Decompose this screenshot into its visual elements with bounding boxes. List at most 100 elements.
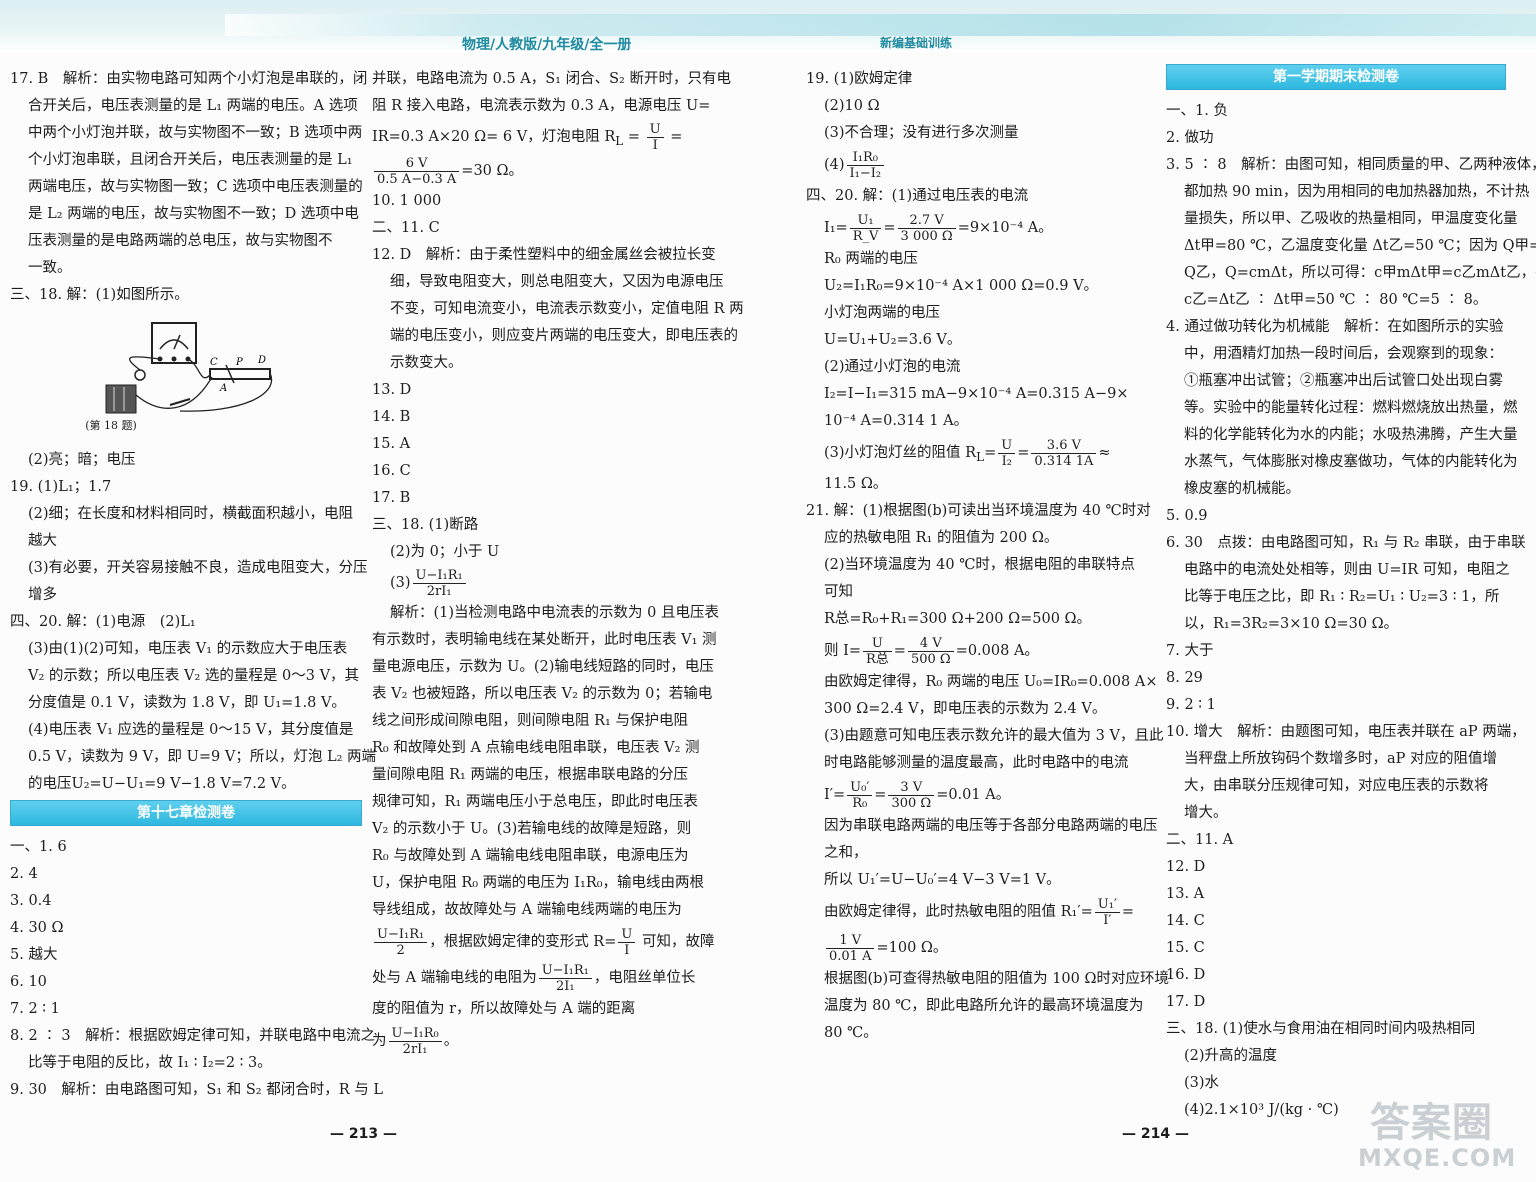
text-line: R₀ 两端的电压 [824, 251, 918, 267]
text-line: 等。实验中的能量转化过程：燃料燃烧放出热量，燃 [1184, 400, 1518, 416]
text-line: ①瓶塞冲出试管；②瓶塞冲出后试管口处出现白雾 [1184, 373, 1503, 389]
text-line: 17. B [372, 490, 411, 506]
text-line: 17. B 解析：由实物电路可知两个小灯泡是串联的，闭 [10, 71, 368, 87]
text-line: 之和， [824, 845, 868, 861]
text-line: (2)细；在长度和材料相同时，横截面积越小，电阻 [28, 506, 354, 522]
text-line: 10⁻⁴ A=0.314 1 A。 [824, 413, 969, 429]
text-line: (2)通过小灯泡的电流 [824, 359, 961, 375]
text-line: 端的电压变小，则应变片两端的电压变大，即电压表的 [390, 328, 738, 344]
fraction: U₀′ R₀ [847, 780, 873, 811]
circuit-figure: C P D A [100, 315, 280, 419]
text-line: (2)10 Ω [824, 98, 880, 114]
fraction: 3 V 300 Ω [888, 780, 935, 811]
formula-line: 处与 A 端输电线的电阻为 U−I₁R₁ 2I₁ ，电阻丝单位长 [372, 962, 696, 994]
fraction: U₁′ I′ [1094, 897, 1120, 928]
text-line: 5. 越大 [10, 947, 58, 963]
text-line: 应的热敏电阻 R₁ 的阻值为 200 Ω。 [824, 530, 1059, 546]
text-line: 比等于电阻的反比，故 I₁ ∶ I₂=2 ∶ 3。 [28, 1055, 272, 1071]
text-line: 是 L₂ 两端的电压，故与实物图不一致；D 选项中电 [28, 206, 359, 222]
column-2: 并联，电路电流为 0.5 A，S₁ 闭合、S₂ 断开时，只有电 阻 R 接入电路… [372, 66, 744, 1059]
battery-shape [105, 384, 137, 414]
text-line: (3)由(1)(2)可知，电压表 V₁ 的示数应大于电压表 [28, 641, 348, 657]
text-line: 阻 R 接入电路，电流表示数为 0.3 A，电源电压 U= [372, 98, 711, 114]
formula-line: I′= U₀′ R₀ = 3 V 300 Ω =0.01 A。 [824, 779, 1011, 811]
text-line: U=U₁+U₂=3.6 V。 [824, 332, 962, 348]
section-banner: 第一学期期末检测卷 [1166, 64, 1506, 90]
text-line: 四、20. 解：(1)电源 (2)L₁ [10, 614, 196, 630]
formula-line: I₁= U₁ R_V = 2.7 V3 000 Ω =9×10⁻⁴ A。 [824, 212, 1053, 244]
text-line: 9. 2 ∶ 1 [1166, 697, 1216, 713]
text-line: 当秤盘上所放钩码个数增多时，aP 对应的阻值增 [1184, 751, 1498, 767]
text-line: 中两个小灯泡并联，故与实物图不一致；B 选项中两 [28, 125, 363, 141]
fraction: I₁R₀ I₁−I₂ [846, 150, 885, 181]
text-line: Q乙，Q=cmΔt，所以可得：c甲mΔt甲=c乙mΔt乙，c甲 ∶ [1184, 265, 1536, 281]
header-series: 新编基础训练 [880, 36, 953, 50]
fraction: U−I₁R₁ 2rI₁ [412, 568, 466, 599]
fig-label: P [235, 357, 243, 368]
text-line: 13. D [372, 382, 412, 398]
text-line: 线之间形成间隙电阻，则间隙电阻 R₁ 与保护电阻 [372, 713, 688, 729]
text-line: 有示数时，表明输电线在某处断开，此时电压表 V₁ 测 [372, 632, 717, 648]
fraction: U I₂ [998, 438, 1016, 469]
text-line: I₂=I−I₁=315 mA−9×10⁻⁴ A=0.315 A−9× [824, 386, 1129, 402]
text-line: 增大。 [1184, 805, 1228, 821]
text-line: 电路中的电流处处相等，则由 U=IR 可知，电阻之 [1184, 562, 1510, 578]
formula-line: (4) I₁R₀ I₁−I₂ [806, 147, 1156, 183]
text-line: 度的阻值为 r，所以故障处与 A 端的距离 [372, 1001, 636, 1017]
text-line: V₂ 的示数小于 U。(3)若输电线的故障是短路，则 [372, 821, 692, 837]
text-line: 导线组成，故故障处与 A 端输电线两端的电压为 [372, 902, 682, 918]
text-line: 并联，电路电流为 0.5 A，S₁ 闭合、S₂ 断开时，只有电 [372, 71, 731, 87]
text-line: V₂ 的示数；所以电压表 V₂ 选的量程是 0～3 V，其 [28, 668, 360, 684]
text-line: 四、20. 解：(1)通过电压表的电流 [806, 188, 1029, 204]
fraction: 2.7 V3 000 Ω [897, 213, 956, 244]
text-line: 8. 29 [1166, 670, 1203, 686]
fraction: U−I₁R₁ 2I₁ [538, 963, 592, 994]
text-line: Δt甲=80 ℃，乙温度变化量 Δt乙=50 ℃；因为 Q甲= [1184, 238, 1536, 254]
text-line: 3. 0.4 [10, 893, 52, 909]
text-line: U，保护电阻 R₀ 两端的电压为 I₁R₀，输电线由两根 [372, 875, 705, 891]
text-line: (2)当环境温度为 40 ℃时，根据电阻的串联特点 [824, 557, 1135, 573]
text-line: 增多 [28, 587, 57, 603]
text-line: 的电压U₂=U−U₁=9 V−1.8 V=7.2 V。 [28, 776, 296, 792]
formula-line: IR=0.3 A×20 Ω= 6 V，灯泡电阻 RL = UI = [372, 121, 683, 153]
text-line: 橡皮塞的机械能。 [1184, 481, 1300, 497]
text-line: c乙=Δt乙 ∶ Δt甲=50 ℃ ∶ 80 ℃=5 ∶ 8。 [1184, 292, 1488, 308]
text-line: 6. 30 点拨：由电路图可知，R₁ 与 R₂ 串联，由于串联 [1166, 535, 1526, 551]
text-line: 300 Ω=2.4 V，即电压表的示数为 2.4 V。 [824, 701, 1107, 717]
text-line: 分度值是 0.1 V，读数为 1.8 V，即 U₁=1.8 V。 [28, 695, 346, 711]
text-line: 15. C [1166, 940, 1205, 956]
text-line: 不变，可知电流变小，电流表示数变小，定值电阻 R 两 [390, 301, 744, 317]
text-line: 12. D 解析：由于柔性塑料中的细金属丝会被拉长变 [372, 247, 716, 263]
text-line: (3)不合理；没有进行多次测量 [824, 125, 1019, 141]
fig-label: C [210, 357, 218, 368]
text-line: 21. 解：(1)根据图(b)可读出当环境温度为 40 ℃时对 [806, 503, 1151, 519]
fraction: U₁ R_V [849, 213, 882, 244]
column-4: 第一学期期末检测卷 一、1. 负 2. 做功 3. 5 ∶ 8 解析：由图可知，… [1166, 64, 1536, 1124]
text-line: 0.5 V，读数为 9 V，即 U=9 V；所以，灯泡 L₂ 两端 [28, 749, 376, 765]
figure-caption: (第 18 题) [85, 419, 137, 432]
text-line: (3)由题意可知电压表示数允许的最大值为 3 V，且此 [824, 728, 1164, 744]
section-banner: 第十七章检测卷 [10, 800, 362, 826]
text-line: 三、18. (1)断路 [372, 517, 479, 533]
text-line: 以，R₁=3R₂=3×10 Ω=30 Ω。 [1184, 616, 1399, 632]
text-line: 11.5 Ω。 [824, 476, 888, 492]
text-line: 10. 增大 解析：由题图可知，电压表并联在 aP 两端， [1166, 724, 1526, 740]
text-line: 3. 5 ∶ 8 解析：由图可知，相同质量的甲、乙两种液体， [1166, 157, 1536, 173]
text-line: 19. (1)欧姆定律 [806, 71, 913, 87]
text-line: 8. 2 ∶ 3 解析：根据欧姆定律可知，并联电路中电流之 [10, 1028, 376, 1044]
text-line: 16. C [372, 463, 411, 479]
formula-line: 由欧姆定律得，此时热敏电阻的阻值 R₁′= U₁′ I′ = [824, 896, 1135, 928]
text-line: 由欧姆定律得，R₀ 两端的电压 U₀=IR₀=0.008 A× [824, 674, 1158, 690]
fraction: UI [618, 927, 636, 958]
text-line: R总=R₀+R₁=300 Ω+200 Ω=500 Ω。 [824, 611, 1092, 627]
fraction: U R总 [863, 636, 892, 667]
page-number-right: — 214 — [1122, 1126, 1189, 1142]
text-line: 二、11. C [372, 220, 440, 236]
fraction: UI [646, 122, 664, 153]
fraction: U−I₁R₁ 2 [374, 927, 428, 958]
text-line: (2)为 0；小于 U [390, 544, 500, 560]
text-line: 时电路能够测量的温度最高，此时电路中的电流 [824, 755, 1129, 771]
text-line: 可知 [824, 584, 853, 600]
page-header-band [0, 0, 1536, 52]
text-line: 10. 1 000 [372, 193, 442, 209]
